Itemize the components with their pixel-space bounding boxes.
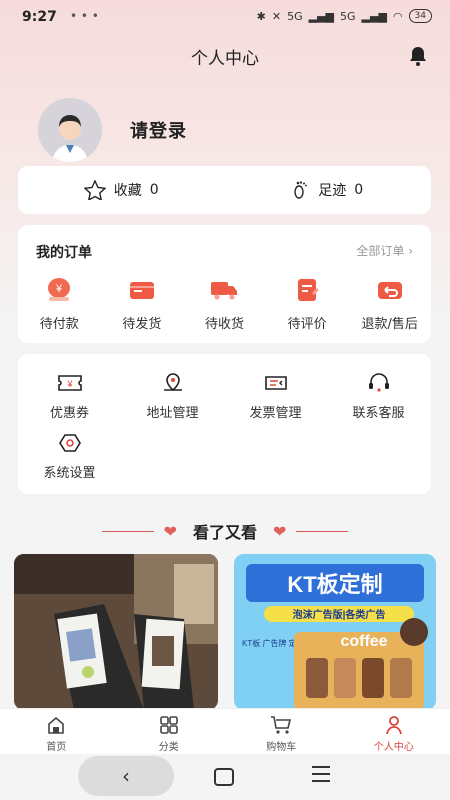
truck-icon [211, 282, 238, 300]
orders-card: 我的订单 全部订单 › ¥ 待付款 待发货 待收货 待评价 退款/售后 [18, 225, 431, 343]
all-orders-link[interactable]: 全部订单 › [356, 242, 413, 259]
all-orders-label: 全部订单 [356, 244, 405, 258]
card-icon [129, 282, 154, 299]
profile-section[interactable]: 请登录 [38, 98, 187, 162]
order-pending-payment[interactable]: ¥ 待付款 [18, 277, 101, 332]
tab-cart[interactable]: 购物车 [225, 709, 338, 755]
service-support[interactable]: 联系客服 [327, 372, 430, 421]
page-title: 个人中心 [191, 49, 259, 69]
favorites-count: 0 [149, 182, 159, 198]
tab-cart-label: 购物车 [266, 742, 297, 753]
service-settings-label: 系统设置 [43, 466, 96, 481]
order-pending-review[interactable]: 待评价 [266, 277, 349, 332]
product2-headline: KT板定制 [287, 572, 382, 597]
menu-button[interactable] [312, 766, 330, 787]
tab-category-label: 分类 [158, 742, 179, 753]
svg-text:¥: ¥ [55, 283, 63, 295]
bell-icon[interactable] [408, 45, 428, 67]
service-settings[interactable]: 系统设置 [18, 432, 121, 481]
order-refund-label: 退款/售后 [361, 317, 418, 332]
bottom-tab-bar: 首页 分类 购物车 个人中心 [0, 708, 450, 755]
status-notification-dots: • • • [70, 9, 99, 23]
footprint-icon [294, 181, 308, 199]
tab-home-label: 首页 [46, 742, 67, 753]
order-status-row: ¥ 待付款 待发货 待收货 待评价 退款/售后 [18, 277, 431, 332]
product2-sub: 泡沫广告版|各类广告 [293, 608, 386, 621]
chevron-right-icon: › [408, 244, 413, 258]
product2-coffee: coffee [340, 633, 387, 650]
footprint-label: 足迹 [318, 183, 347, 199]
settings-icon [58, 434, 81, 452]
signal-label-2: 5G [340, 9, 356, 23]
service-invoice-label: 发票管理 [249, 406, 302, 421]
product-card[interactable] [14, 554, 218, 710]
service-support-label: 联系客服 [352, 406, 405, 421]
favorites-label: 收藏 [113, 183, 142, 199]
product-card[interactable]: KT板定制 泡沫广告版|各类广告 KT板 广告牌 定制 coffee [234, 554, 436, 710]
location-icon [163, 373, 182, 392]
order-pending-receipt[interactable]: 待收货 [183, 277, 266, 332]
product-image: KT板定制 泡沫广告版|各类广告 KT板 广告牌 定制 coffee [234, 554, 436, 710]
system-nav-bar: ‹ [0, 754, 450, 800]
wifi-icon: ◠ [392, 9, 403, 23]
orders-title: 我的订单 [36, 245, 92, 261]
order-pending-shipment[interactable]: 待发货 [101, 277, 184, 332]
user-avatar-icon [38, 98, 102, 162]
order-pending-shipment-label: 待发货 [122, 317, 162, 332]
service-coupons[interactable]: ¥ 优惠券 [18, 372, 121, 421]
service-address[interactable]: 地址管理 [121, 372, 224, 421]
home-icon [48, 716, 65, 734]
favorites-button[interactable]: 收藏 0 [18, 166, 225, 214]
service-coupons-label: 优惠券 [49, 406, 89, 421]
tab-profile[interactable]: 个人中心 [338, 709, 450, 755]
divider [296, 530, 349, 532]
star-icon [83, 180, 106, 200]
invoice-icon [264, 376, 287, 390]
avatar[interactable] [38, 98, 102, 162]
mute-icon: ✕ [271, 9, 282, 23]
refund-icon [377, 282, 402, 299]
recommend-heading: ❤ 看了又看 ❤ [0, 518, 450, 544]
status-bar: 9:27 • • • ✱ ✕ 5G ▂▄▆ 5G ▂▄▆ ◠ 34 [0, 0, 450, 34]
signal-label-1: 5G [287, 9, 303, 23]
order-refund[interactable]: 退款/售后 [348, 277, 431, 332]
person-icon [385, 716, 402, 735]
service-invoice[interactable]: 发票管理 [224, 372, 327, 421]
service-address-label: 地址管理 [146, 406, 199, 421]
tab-home[interactable]: 首页 [0, 709, 113, 755]
signal-bars-icon: ▂▄▆ [361, 9, 387, 23]
heart-icon: ❤ [273, 521, 287, 541]
category-icon [159, 716, 178, 734]
battery-indicator: 34 [408, 9, 432, 23]
cart-icon [271, 716, 292, 734]
status-time: 9:27 [22, 9, 57, 25]
headset-icon [368, 373, 389, 392]
tab-category[interactable]: 分类 [113, 709, 226, 755]
divider [101, 530, 154, 532]
bluetooth-icon: ✱ [256, 9, 266, 23]
services-card: ¥ 优惠券 地址管理 发票管理 联系客服 系统设置 [18, 354, 431, 494]
coupon-icon: ¥ [57, 375, 82, 391]
heart-icon: ❤ [163, 521, 177, 541]
signal-bars-icon: ▂▄▆ [308, 9, 335, 23]
stats-card: 收藏 0 足迹 0 [18, 166, 431, 214]
wallet-icon: ¥ [48, 278, 71, 301]
status-right: ✱ ✕ 5G ▂▄▆ 5G ▂▄▆ ◠ 34 [257, 9, 432, 23]
order-pending-review-label: 待评价 [287, 317, 327, 332]
home-button[interactable] [214, 768, 234, 786]
order-pending-payment-label: 待付款 [39, 317, 79, 332]
review-icon [298, 279, 320, 301]
back-button[interactable]: ‹ [78, 756, 174, 796]
footprint-button[interactable]: 足迹 0 [225, 166, 432, 214]
product-image [14, 554, 218, 710]
svg-text:¥: ¥ [66, 379, 73, 389]
footprint-count: 0 [354, 182, 364, 198]
tab-profile-label: 个人中心 [373, 742, 414, 753]
chevron-left-icon: ‹ [122, 764, 130, 788]
login-link[interactable]: 请登录 [130, 117, 187, 143]
order-pending-receipt-label: 待收货 [204, 317, 244, 332]
recommend-title: 看了又看 [192, 523, 257, 542]
